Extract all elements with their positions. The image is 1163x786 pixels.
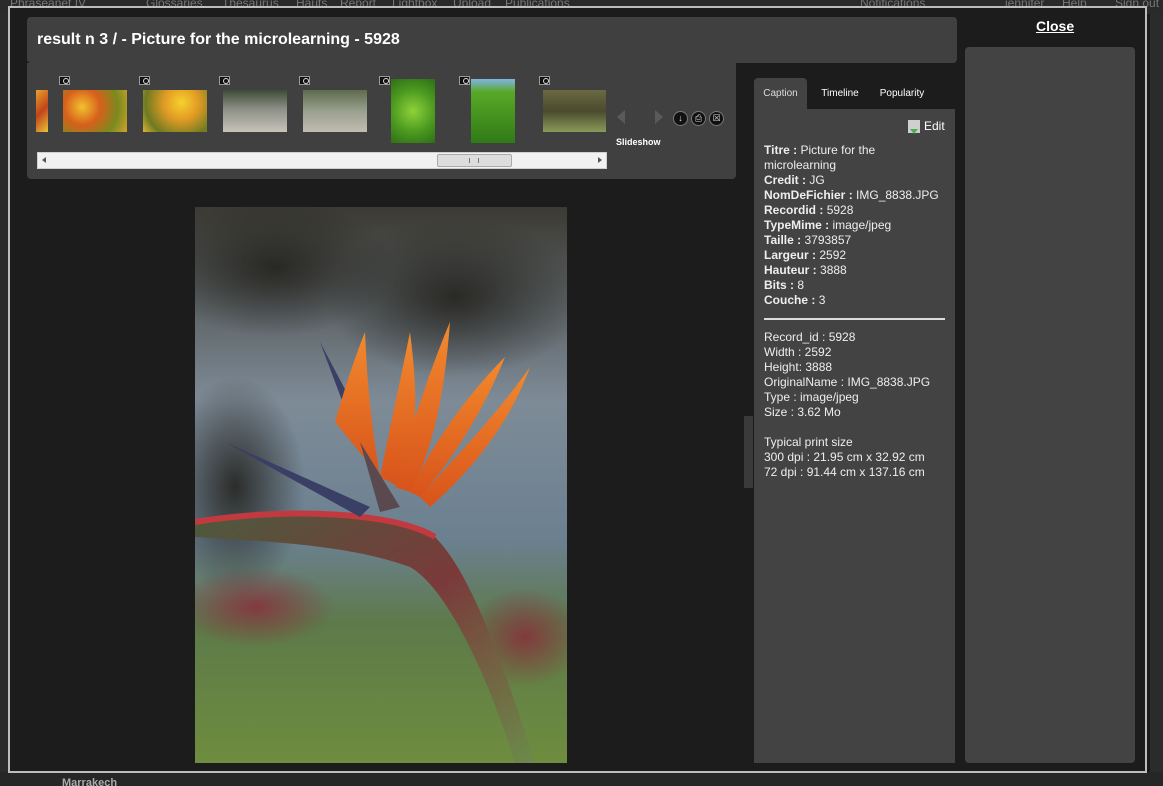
- caption-field: NomDeFichier : IMG_8838.JPG: [764, 188, 939, 202]
- thumbnail-item[interactable]: [459, 76, 531, 148]
- caption-panel: Edit Titre : Picture for the microlearni…: [754, 109, 955, 763]
- print-line: Typical print size: [764, 435, 853, 449]
- print-line: 300 dpi : 21.95 cm x 32.92 cm: [764, 450, 925, 464]
- thumbnail-image: [63, 90, 127, 132]
- tab-popularity[interactable]: Popularity: [872, 78, 932, 109]
- thumbnail-image: [36, 90, 48, 132]
- caption-field: Credit : JG: [764, 173, 825, 187]
- side-panel: [965, 47, 1135, 763]
- thumbnail-item[interactable]: [219, 76, 291, 148]
- thumbnail-panel: ↓ ⎙ ☒ Slideshow: [27, 63, 736, 179]
- record-title: result n 3 / - Picture for the microlear…: [37, 31, 400, 48]
- thumbnail-image: [543, 90, 606, 132]
- camera-icon: [539, 76, 550, 85]
- thumbnail-image: [391, 79, 435, 143]
- thumbnail-image: [471, 79, 515, 143]
- caption-field: microlearning: [764, 158, 837, 172]
- thumbnail-image: [223, 90, 287, 132]
- tech-line: Width : 2592: [764, 345, 832, 359]
- scrollbar-thumb[interactable]: [437, 154, 512, 167]
- caption-fields: Titre : Picture for the microlearning Cr…: [764, 143, 939, 308]
- caption-field: Recordid : 5928: [764, 203, 854, 217]
- print-line: 72 dpi : 91.44 cm x 137.16 cm: [764, 465, 925, 479]
- edit-link[interactable]: Edit: [924, 119, 945, 133]
- camera-icon: [139, 76, 150, 85]
- camera-icon: [219, 76, 230, 85]
- background-left: [0, 14, 8, 772]
- tech-line: OriginalName : IMG_8838.JPG: [764, 375, 931, 389]
- background-right: [1150, 14, 1163, 772]
- thumbnail-image: [143, 90, 207, 132]
- thumbnail-item[interactable]: [539, 76, 606, 148]
- technical-info: Record_id : 5928 Width : 2592 Height: 38…: [764, 330, 930, 420]
- download-icon[interactable]: ↓: [673, 111, 688, 126]
- background-bottom-bar: Marrakech: [0, 772, 1163, 786]
- next-arrow-icon[interactable]: [655, 110, 663, 124]
- thumbnail-item[interactable]: [379, 76, 451, 148]
- camera-icon: [459, 76, 470, 85]
- close-button[interactable]: Close: [1036, 18, 1074, 34]
- caption-field: TypeMime : image/jpeg: [764, 218, 892, 232]
- main-preview-image: [195, 207, 567, 763]
- print-size-info: Typical print size 300 dpi : 21.95 cm x …: [764, 435, 925, 480]
- caption-field: Hauteur : 3888: [764, 263, 847, 277]
- basket-icon[interactable]: ☒: [709, 111, 724, 126]
- tech-line: Size : 3.62 Mo: [764, 405, 841, 419]
- panel-resize-handle[interactable]: [744, 416, 753, 488]
- thumbnail-item[interactable]: [139, 76, 211, 148]
- title-bar: result n 3 / - Picture for the microlear…: [27, 17, 957, 63]
- tech-line: Type : image/jpeg: [764, 390, 859, 404]
- scroll-right-icon[interactable]: [598, 157, 602, 163]
- tech-line: Height: 3888: [764, 360, 833, 374]
- camera-icon: [299, 76, 310, 85]
- thumbnail-item[interactable]: [299, 76, 371, 148]
- caption-field: Couche : 3: [764, 293, 826, 307]
- caption-field: Taille : 3793857: [764, 233, 852, 247]
- slideshow-link[interactable]: Slideshow: [616, 137, 661, 147]
- edit-icon[interactable]: [908, 120, 920, 134]
- thumbnail-item[interactable]: [59, 76, 131, 148]
- thumbnail-image: [303, 90, 367, 132]
- thumbnail-scrollbar[interactable]: [37, 152, 607, 169]
- tab-timeline[interactable]: Timeline: [810, 78, 870, 109]
- tech-line: Record_id : 5928: [764, 330, 856, 344]
- camera-icon: [379, 76, 390, 85]
- bg-bottom-label: Marrakech: [62, 777, 118, 786]
- caption-field: Titre : Picture for the: [764, 143, 876, 157]
- print-icon[interactable]: ⎙: [691, 111, 706, 126]
- caption-field: Largeur : 2592: [764, 248, 847, 262]
- thumbnail-strip: [36, 76, 606, 148]
- preview-overlay: result n 3 / - Picture for the microlear…: [8, 6, 1147, 773]
- previous-arrow-icon[interactable]: [617, 110, 625, 124]
- scroll-left-icon[interactable]: [42, 157, 46, 163]
- caption-divider: [764, 318, 945, 320]
- tab-caption[interactable]: Caption: [754, 78, 807, 109]
- caption-field: Bits : 8: [764, 278, 805, 292]
- camera-icon: [59, 76, 70, 85]
